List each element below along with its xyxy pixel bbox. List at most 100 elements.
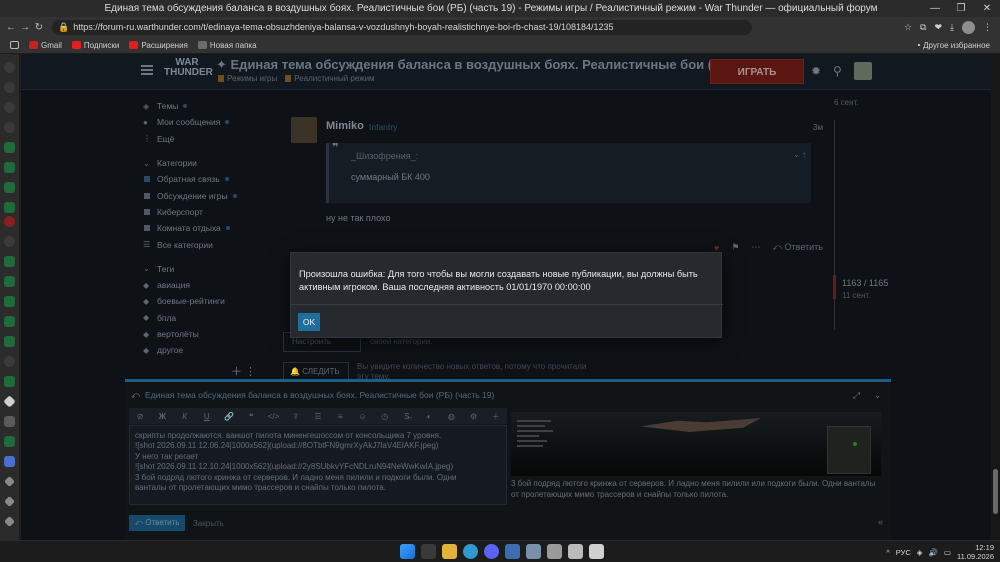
github-icon[interactable] [4, 236, 15, 247]
sheet-icon[interactable] [4, 182, 15, 193]
quote-expand-icon[interactable]: ⌄ ↑ [793, 150, 806, 159]
crumb-realistic-mode[interactable]: Реалистичный режим [285, 74, 375, 83]
sheet-icon[interactable] [4, 336, 15, 347]
post-reply-button[interactable]: ⤺ Ответить [772, 242, 823, 253]
theme-sun-icon[interactable]: ✹ [811, 64, 821, 78]
color-icon[interactable]: ◍ [440, 412, 462, 421]
toggle-preview-icon[interactable]: ⊘ [129, 412, 151, 421]
sheet-icon[interactable] [4, 202, 15, 213]
battery-icon[interactable]: ▭ [944, 548, 951, 557]
quote-icon[interactable]: ❝ [240, 412, 262, 421]
add-icon[interactable]: ＋ ⋮ [231, 363, 256, 379]
download-icon[interactable]: ⤓ [950, 22, 954, 33]
url-input[interactable]: 🔒 https://forum-ru.warthunder.com/t/edin… [52, 19, 752, 35]
github-icon[interactable] [4, 82, 15, 93]
reply-textarea[interactable]: скрипты продолжаются. ваншот пилота мине… [129, 425, 507, 505]
upload-icon[interactable]: ⇪ [285, 412, 307, 421]
warthunder-icon[interactable] [4, 516, 15, 527]
sheet-icon[interactable] [4, 276, 15, 287]
sheet-icon[interactable] [4, 316, 15, 327]
timeline-handle[interactable] [833, 275, 836, 299]
app-icon[interactable] [526, 544, 541, 559]
forward-icon[interactable]: → [18, 22, 32, 33]
sheet-icon[interactable] [4, 436, 15, 447]
timeline-start-date[interactable]: 6 сент. [834, 98, 859, 107]
sidebar-item-my-posts[interactable]: ● Мои сообщения [143, 114, 273, 130]
timeline-end-date[interactable]: 11 сент. [842, 291, 870, 300]
files-icon[interactable] [505, 544, 520, 559]
composer-topic-title[interactable]: Единая тема обсуждения баланса в воздушн… [145, 390, 494, 400]
record-icon[interactable] [4, 216, 15, 227]
sidebar-tag-battle-ratings[interactable]: ◆ боевые-рейтинги [143, 293, 273, 309]
ok-button[interactable]: OK [298, 313, 320, 331]
sidebar-item-esports[interactable]: Киберспорт [143, 204, 273, 220]
github-icon[interactable] [4, 62, 15, 73]
collapse-preview-icon[interactable]: « [878, 517, 883, 527]
warthunder-icon[interactable] [3, 395, 16, 408]
bookmark-new-folder[interactable]: Новая папка [197, 41, 257, 50]
back-icon[interactable]: ← [4, 22, 18, 33]
warthunder-icon[interactable] [589, 544, 604, 559]
clock[interactable]: 12:19 11.09.2026 [957, 543, 994, 561]
bookmark-other-favorites[interactable]: Другое избранное [918, 41, 990, 50]
preview-screenshot[interactable] [511, 412, 881, 476]
hamburger-icon[interactable] [141, 65, 153, 75]
sidebar-item-lounge[interactable]: Комната отдыха [143, 220, 273, 236]
sheet-icon[interactable] [4, 256, 15, 267]
favorites-icon[interactable]: ❤ [934, 22, 942, 33]
minimize-composer-icon[interactable]: ⌄ [874, 390, 881, 401]
sidebar-item-feedback[interactable]: Обратная связь [143, 171, 273, 187]
bookmark-subscriptions[interactable]: Подписки [71, 41, 119, 50]
warthunder-icon[interactable] [4, 476, 15, 487]
sheet-icon[interactable] [4, 142, 15, 153]
maximize-icon[interactable]: ❐ [948, 3, 974, 14]
underline-icon[interactable]: U [196, 412, 218, 421]
sidebar-section-categories[interactable]: ⌄ Категории [143, 155, 273, 171]
bookmark-gmail[interactable]: Gmail [29, 41, 62, 50]
sidebar-tag-aviation[interactable]: ◆ авиация [143, 277, 273, 293]
bookmark-extensions[interactable]: Расширения [129, 41, 188, 50]
numbered-list-icon[interactable]: ≡ [329, 412, 351, 421]
quote-author[interactable]: _Шизофрения_: [351, 151, 418, 161]
globe-icon[interactable] [4, 122, 15, 133]
sidebar-tag-helicopters[interactable]: ◆ вертолёты [143, 326, 273, 342]
link-icon[interactable]: 🔗 [218, 412, 240, 421]
github-icon[interactable] [4, 356, 15, 367]
menu-icon[interactable]: ⋮ [983, 22, 992, 33]
topic-title[interactable]: ✦ Единая тема обсуждения баланса в возду… [216, 57, 741, 73]
add-icon[interactable]: ＋ [485, 411, 507, 422]
close-icon[interactable]: ✕ [974, 3, 1000, 14]
search-icon[interactable]: ⚲ [833, 64, 842, 78]
submit-reply-button[interactable]: ⤺ Ответить [129, 515, 185, 531]
like-icon[interactable]: ♥ [714, 243, 719, 253]
warthunder-icon[interactable] [568, 544, 583, 559]
sidebar-item-more[interactable]: ⋮ Ещё [143, 131, 273, 147]
emoji-icon[interactable]: ☺ [351, 412, 373, 421]
post-author[interactable]: Mimiko [326, 120, 364, 132]
italic-icon[interactable]: К [173, 412, 195, 421]
spoiler-icon[interactable]: ◐ [418, 412, 440, 421]
network-icon[interactable]: ◈ [917, 548, 923, 557]
sidebar-section-tags[interactable]: ⌄ Теги [143, 261, 273, 277]
strike-icon[interactable]: S̶ [396, 412, 418, 421]
code-icon[interactable]: </> [262, 412, 284, 421]
minimize-icon[interactable]: — [922, 3, 948, 14]
task-view-icon[interactable] [421, 544, 436, 559]
post-time[interactable]: 3м [813, 123, 823, 132]
scrollbar-thumb[interactable] [993, 469, 998, 514]
close-composer-link[interactable]: Закрыть [193, 519, 224, 528]
star-icon[interactable]: ☆ [904, 22, 912, 33]
date-icon[interactable]: ◷ [374, 412, 396, 421]
sheet-icon[interactable] [4, 296, 15, 307]
sidebar-tag-other[interactable]: ◆ другое [143, 342, 273, 358]
page-scrollbar[interactable] [991, 54, 1000, 540]
fullscreen-icon[interactable]: ⤢ [853, 390, 860, 401]
extensions-icon[interactable]: ⧉ [920, 22, 926, 33]
volume-icon[interactable]: 🔊 [929, 548, 938, 557]
flag-icon[interactable]: ⚑ [731, 242, 739, 253]
app-icon[interactable] [547, 544, 562, 559]
github-icon[interactable] [4, 102, 15, 113]
sidebar-tag-drones[interactable]: ◆ бпла [143, 310, 273, 326]
chevron-up-icon[interactable]: ^ [886, 548, 890, 557]
warthunder-logo[interactable]: WAR THUNDER [164, 58, 213, 84]
